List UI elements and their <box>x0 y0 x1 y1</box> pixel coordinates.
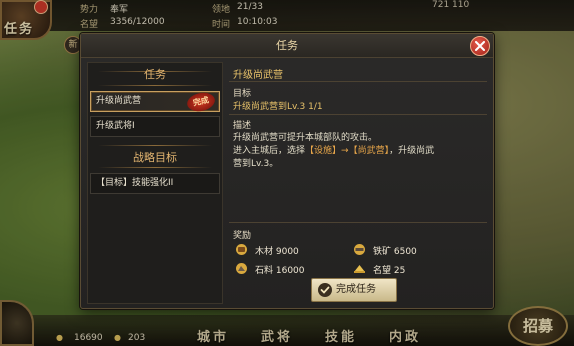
facility-highlight: 【设施】 <box>305 146 342 156</box>
reward-label: 奖励 <box>233 231 252 241</box>
stone-icon <box>236 263 247 274</box>
detail-title: 升级尚武营 <box>233 70 283 81</box>
target-label: 目标 <box>233 89 252 99</box>
divider <box>229 81 487 82</box>
task-item-upgrade-general[interactable]: 升级武将I <box>90 116 220 137</box>
task-detail-panel: 升级尚武营 目标 升级尚武营到Lv.3 1/1 描述 升级尚武营可提升本城部队的… <box>229 62 489 304</box>
task-item-label: 升级尚武营 <box>96 96 142 106</box>
close-button[interactable] <box>470 36 490 56</box>
complete-task-button[interactable]: 完成任务 <box>311 278 397 302</box>
strategy-section-header: 战略目标 <box>133 151 177 164</box>
strategy-item-label: 【目标】技能强化II <box>96 178 174 188</box>
completed-stamp: 完成 <box>185 90 217 114</box>
complete-task-label: 完成任务 <box>336 284 376 295</box>
description-text: 升级尚武营可提升本城部队的攻击。 进入主城后，选择【设施】→【尚武营】，升级尚武… <box>233 132 487 171</box>
check-icon <box>318 283 332 297</box>
divider <box>98 145 212 146</box>
task-dialog: 任务 任务 升级尚武营 完成 升级武将I 战略目标 【目标】技能强化II 升级尚… <box>80 33 494 309</box>
divider <box>229 222 487 223</box>
task-list-panel: 任务 升级尚武营 完成 升级武将I 战略目标 【目标】技能强化II <box>87 62 223 304</box>
task-item-label: 升级武将I <box>96 121 135 131</box>
fame-icon <box>354 265 365 273</box>
description-line: 进入主城后，选择【设施】→【尚武营】，升级尚武 <box>233 146 435 156</box>
target-text: 升级尚武营到Lv.3 1/1 <box>233 102 323 112</box>
task-item-upgrade-barracks[interactable]: 升级尚武营 完成 <box>90 90 220 114</box>
wood-icon <box>236 244 247 255</box>
close-icon <box>475 41 485 51</box>
dialog-title: 任务 <box>81 34 493 58</box>
description-label: 描述 <box>233 121 252 131</box>
divider <box>98 85 212 86</box>
tasks-section-header: 任务 <box>144 68 166 81</box>
divider <box>229 114 487 115</box>
strategy-item-skill-upgrade[interactable]: 【目标】技能强化II <box>90 173 220 194</box>
barracks-highlight: 【尚武营】 <box>348 146 390 156</box>
iron-icon <box>354 244 365 255</box>
divider <box>98 167 212 168</box>
description-line: 营到Lv.3。 <box>233 159 279 169</box>
description-line: 升级尚武营可提升本城部队的攻击。 <box>233 133 378 143</box>
arrow-glyph: → <box>341 146 349 156</box>
